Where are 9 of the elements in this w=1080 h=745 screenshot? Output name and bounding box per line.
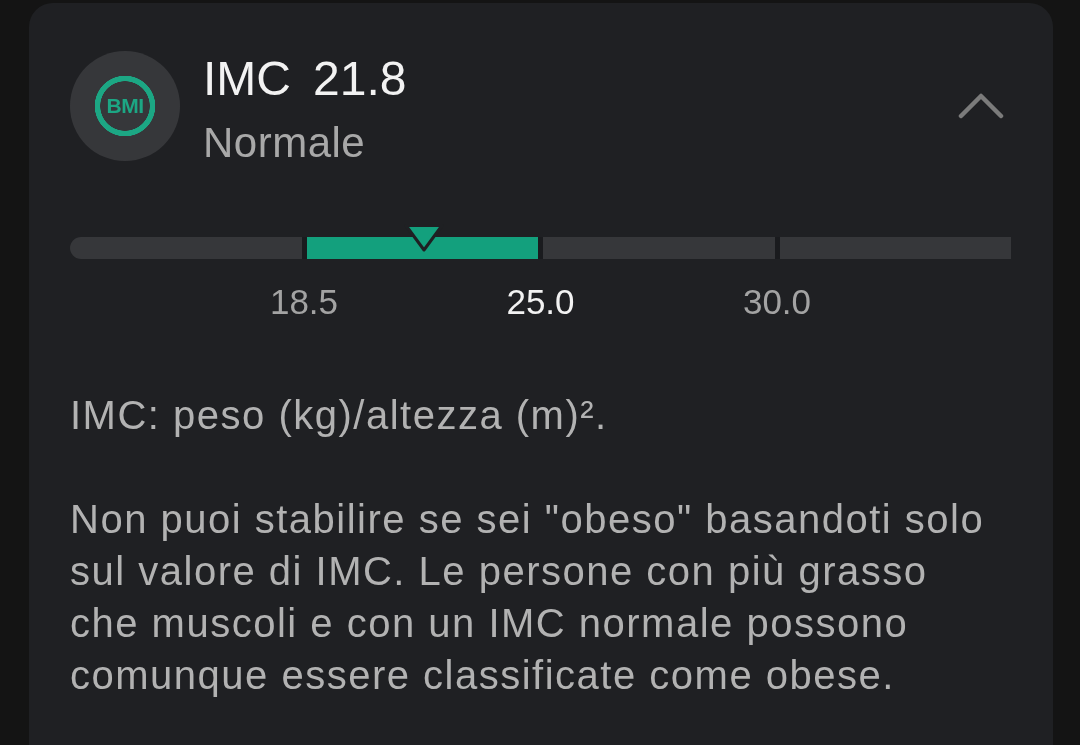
- formula-text: IMC: peso (kg)/altezza (m)².: [70, 392, 609, 439]
- note-text: Non puoi stabilire se sei "obeso" basandoti solo sul valore di IMC. Le persone con più grasso che muscoli e con un IMC normale possono comunque essere classificate come obese.: [70, 496, 986, 699]
- bmi-label: IMC: [203, 51, 291, 107]
- bmi-logo: BMI: [70, 51, 180, 161]
- bmi-category: Normale: [203, 118, 367, 168]
- scale-tick-label: 25.0: [506, 282, 575, 322]
- scale-tick-label: 30.0: [742, 282, 812, 322]
- scale-tick-label: 18.5: [269, 282, 339, 322]
- bmi-value: 21.8: [313, 51, 407, 107]
